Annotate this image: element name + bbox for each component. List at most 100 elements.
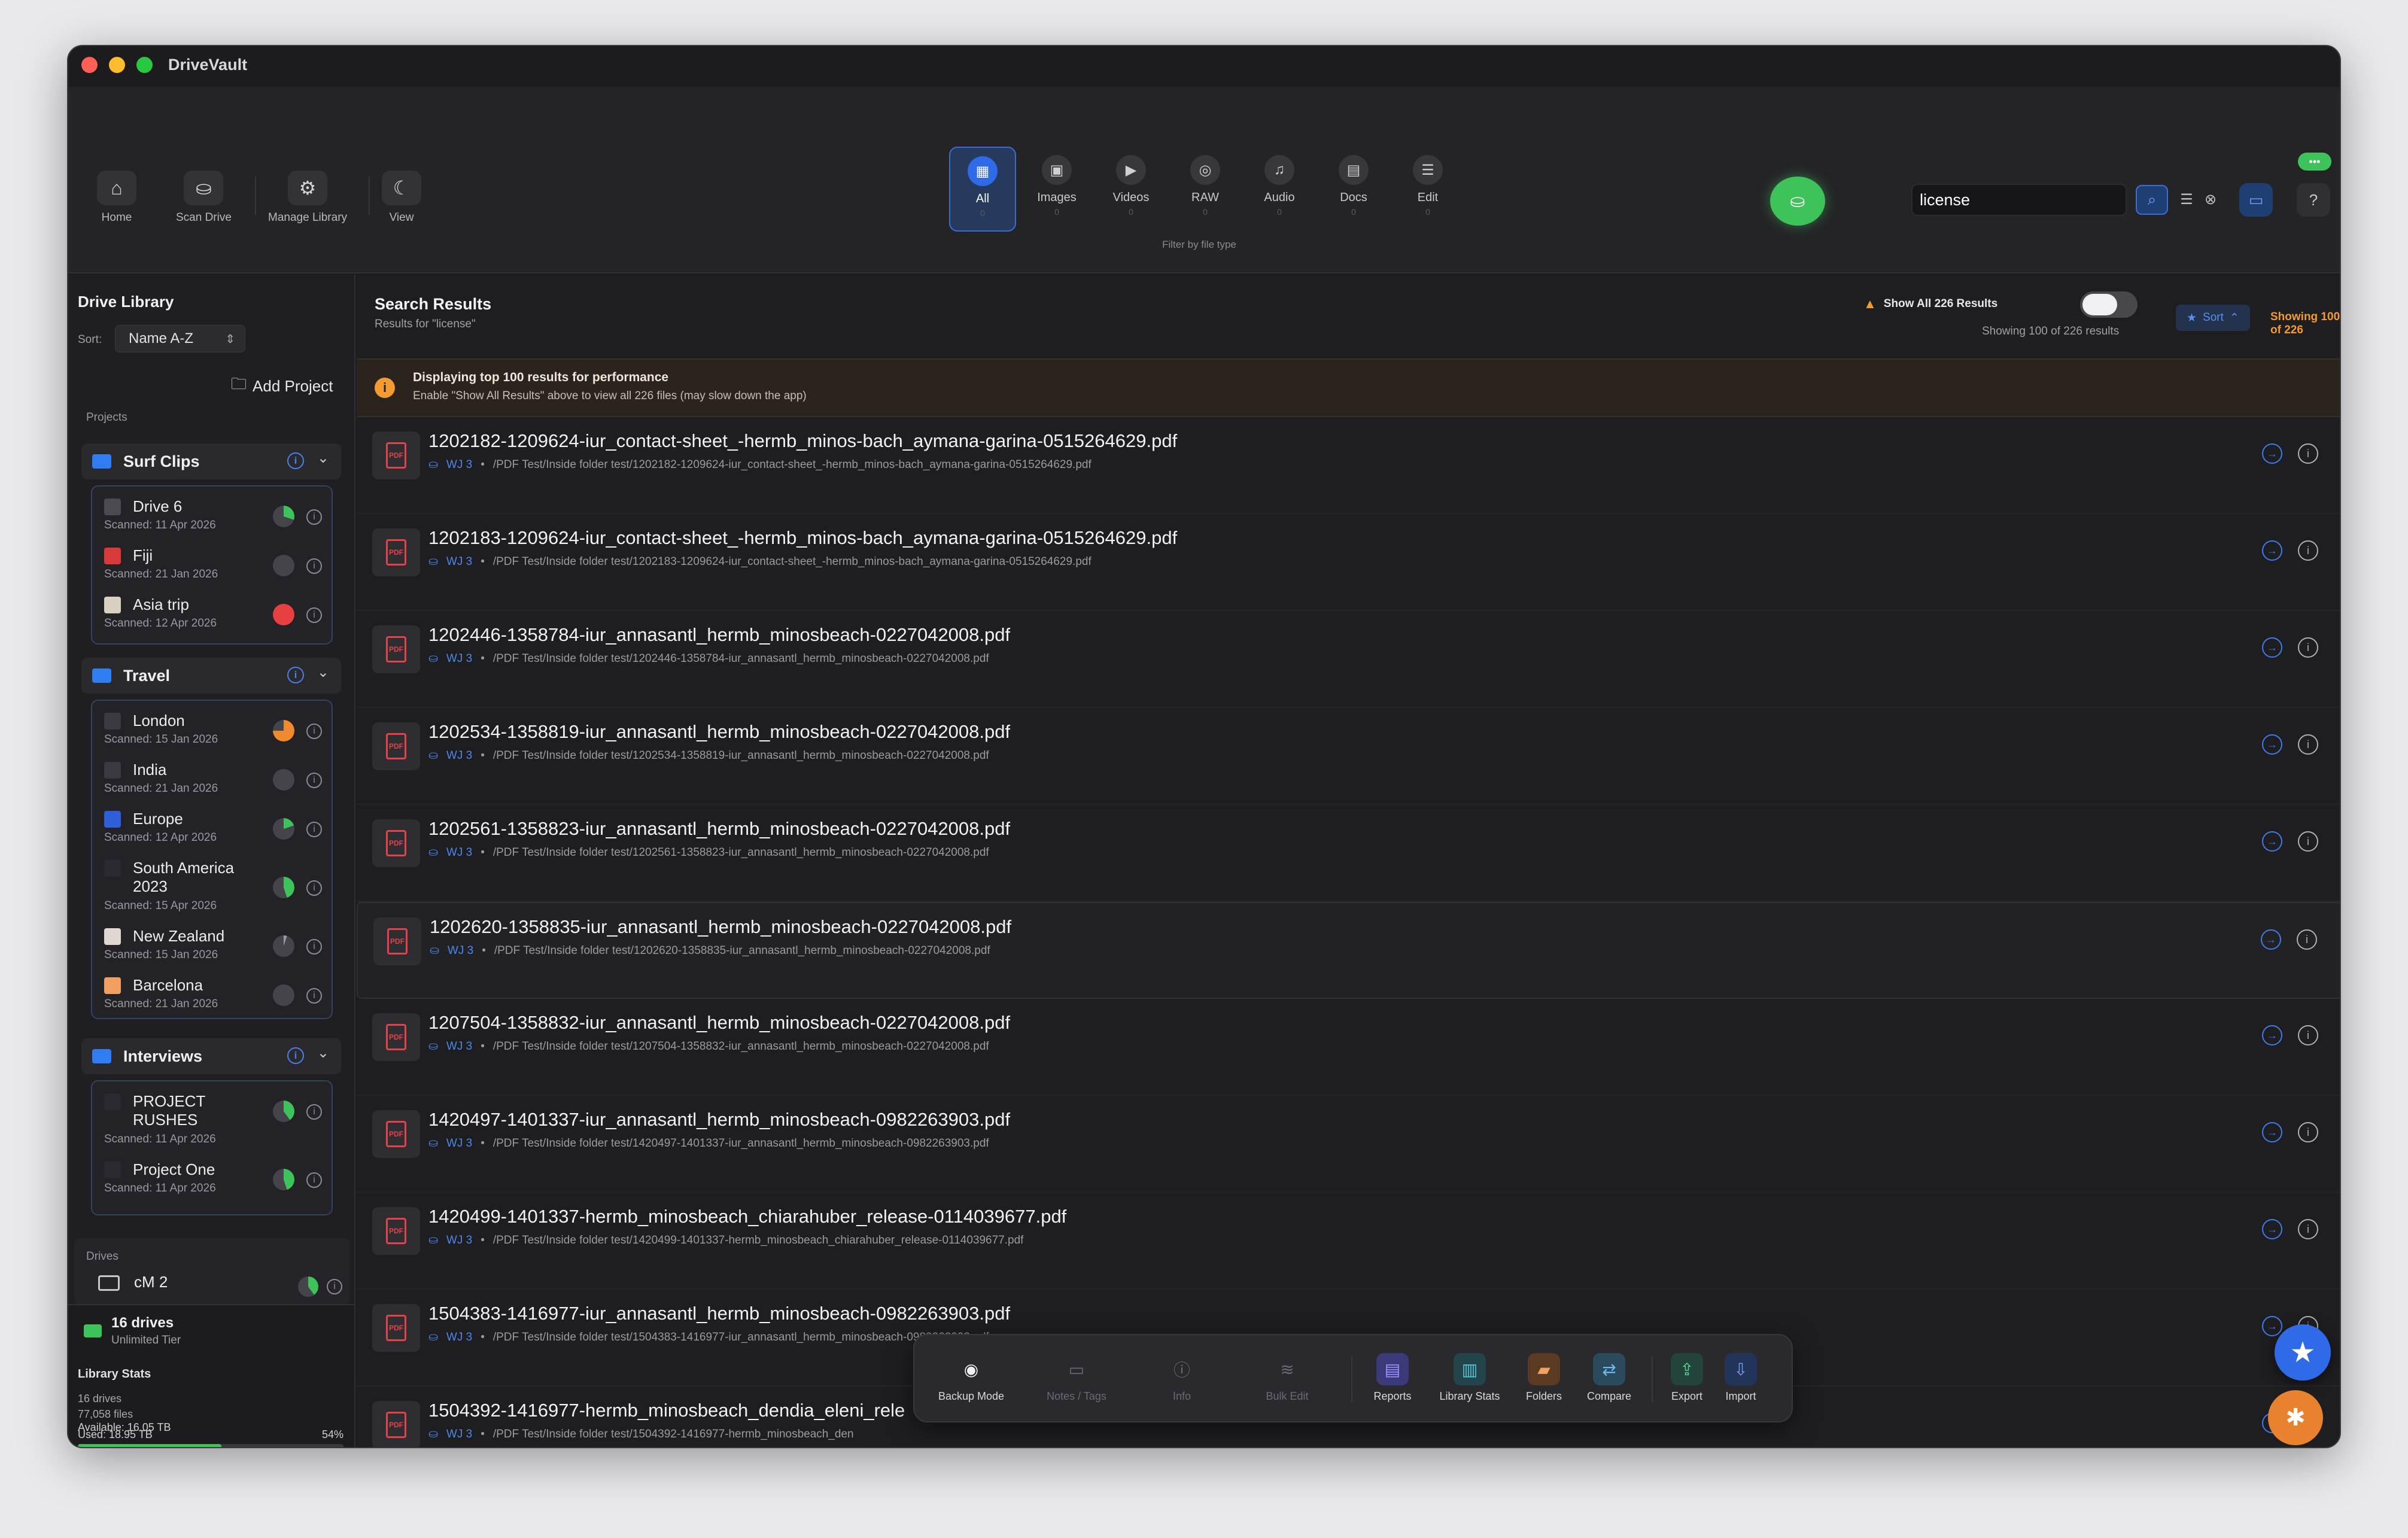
reveal-arrow-icon[interactable]: → — [2262, 540, 2282, 561]
reveal-arrow-icon[interactable]: → — [2262, 1025, 2282, 1045]
info-icon[interactable]: i — [2298, 1025, 2318, 1045]
chevron-down-icon[interactable]: ⌄ — [317, 449, 329, 467]
reveal-arrow-icon[interactable]: → — [2262, 1122, 2282, 1142]
filter-videos[interactable]: ▶ Videos 0 — [1097, 147, 1165, 232]
search-button[interactable]: ⌕ — [2136, 185, 2168, 215]
sort-select[interactable]: Name A-Z ⇕ — [115, 325, 245, 352]
info-icon[interactable]: i — [306, 939, 322, 955]
chevron-down-icon[interactable]: ⌄ — [317, 664, 329, 681]
bulk-edit-button[interactable]: ≋ Bulk Edit — [1242, 1353, 1332, 1403]
result-row[interactable]: PDF 1202620-1358835-iur_annasantl_hermb_m… — [357, 902, 2340, 999]
drive-item-fiji[interactable]: Fiji Scanned: 21 Jan 2026 i — [104, 546, 326, 595]
chevron-down-icon[interactable]: ⌄ — [317, 1044, 329, 1062]
info-icon[interactable]: i — [306, 822, 322, 837]
drive-status-button[interactable]: ⛀ — [1770, 177, 1825, 226]
filter-raw[interactable]: ◎ RAW 0 — [1172, 147, 1239, 232]
bug-report-button[interactable]: ✱ — [2268, 1390, 2323, 1445]
result-row[interactable]: PDF 1202183-1209624-iur_contact-sheet_-he… — [357, 514, 2340, 611]
minimize-window-button[interactable] — [109, 57, 125, 73]
backup-mode-button[interactable]: ◉ Backup Mode — [926, 1353, 1016, 1403]
close-window-button[interactable] — [81, 57, 98, 73]
folders-button[interactable]: ▰ Folders — [1513, 1353, 1575, 1403]
info-icon[interactable]: i — [306, 1104, 322, 1120]
result-row[interactable]: PDF 1202534-1358819-iur_annasantl_hermb_m… — [357, 708, 2340, 805]
drive-item-drive-6[interactable]: Drive 6 Scanned: 11 Apr 2026 i — [104, 497, 326, 546]
import-button[interactable]: ⇩ Import — [1708, 1353, 1774, 1403]
help-button[interactable]: ? — [2297, 183, 2330, 217]
info-icon[interactable]: i — [2298, 637, 2318, 658]
info-icon[interactable]: i — [287, 667, 304, 683]
manage-library-button[interactable]: ⚙ Manage Library — [268, 171, 347, 224]
favorites-button[interactable]: ★ — [2275, 1324, 2331, 1381]
filter-docs[interactable]: ▤ Docs 0 — [1320, 147, 1387, 232]
project-header-interviews[interactable]: Interviews i ⌄ — [81, 1038, 341, 1074]
info-icon[interactable]: i — [327, 1279, 342, 1294]
result-row[interactable]: PDF 1202446-1358784-iur_annasantl_hermb_m… — [357, 611, 2340, 708]
info-button[interactable]: ⓘ Info — [1137, 1353, 1227, 1403]
drive-item-india[interactable]: India Scanned: 21 Jan 2026 i — [104, 761, 326, 810]
filter-edit[interactable]: ☰ Edit 0 — [1394, 147, 1461, 232]
view-button[interactable]: ☾ View — [382, 171, 421, 224]
reveal-arrow-icon[interactable]: → — [2262, 443, 2282, 464]
library-stats-button[interactable]: ▥ Library Stats — [1428, 1353, 1512, 1403]
info-icon[interactable]: i — [2298, 831, 2318, 852]
status-pill[interactable]: ••• — [2298, 153, 2331, 171]
project-header-travel[interactable]: Travel i ⌄ — [81, 658, 341, 694]
home-button[interactable]: ⌂ Home — [97, 171, 136, 224]
info-icon[interactable]: i — [306, 880, 322, 896]
sidebar-toggle-button[interactable]: ▭ — [2239, 183, 2273, 217]
filter-options-icon[interactable]: ☰ — [2176, 189, 2197, 210]
reveal-arrow-icon[interactable]: → — [2262, 734, 2282, 755]
filter-images[interactable]: ▣ Images 0 — [1023, 147, 1090, 232]
info-icon[interactable]: i — [2298, 443, 2318, 464]
drive-item-project-rushes[interactable]: PROJECT RUSHES Scanned: 11 Apr 2026 i — [104, 1092, 326, 1154]
drive-item-asia-trip[interactable]: Asia trip Scanned: 12 Apr 2026 i — [104, 595, 326, 645]
drive-item-london[interactable]: London Scanned: 15 Jan 2026 i — [104, 712, 326, 761]
result-row[interactable]: PDF 1420497-1401337-iur_annasantl_hermb_m… — [357, 1096, 2340, 1193]
drive-item-barcelona[interactable]: Barcelona Scanned: 21 Jan 2026 i — [104, 976, 326, 1025]
info-icon[interactable]: i — [2298, 1122, 2318, 1142]
drive-name[interactable]: cM 2 — [134, 1273, 168, 1291]
info-icon[interactable]: i — [306, 558, 322, 574]
info-icon[interactable]: i — [287, 452, 304, 469]
reveal-arrow-icon[interactable]: → — [2262, 637, 2282, 658]
info-icon[interactable]: i — [306, 724, 322, 739]
compare-button[interactable]: ⇄ Compare — [1576, 1353, 1642, 1403]
add-project-button[interactable]: 🗀 Add Project — [231, 373, 333, 399]
result-row[interactable]: PDF 1207504-1358832-iur_annasantl_hermb_m… — [357, 999, 2340, 1096]
sort-button[interactable]: ★ Sort ⌃ — [2176, 305, 2250, 331]
project-header-surf-clips[interactable]: Surf Clips i ⌄ — [81, 443, 341, 479]
result-row[interactable]: PDF 1202182-1209624-iur_contact-sheet_-he… — [357, 417, 2340, 514]
clear-search-icon[interactable]: ⊗ — [2201, 190, 2220, 209]
volume-name: WJ 3 — [446, 1427, 473, 1440]
drive-item-new-zealand[interactable]: New Zealand Scanned: 15 Jan 2026 i — [104, 927, 326, 976]
reports-button[interactable]: ▤ Reports — [1360, 1353, 1425, 1403]
drive-item-south-america-2023[interactable]: South America 2023 Scanned: 15 Apr 2026 … — [104, 859, 326, 921]
info-icon[interactable]: i — [287, 1047, 304, 1064]
show-all-toggle[interactable] — [2080, 291, 2138, 318]
scan-drive-button[interactable]: ⛀ Scan Drive — [176, 171, 232, 224]
result-row[interactable]: PDF 1420499-1401337-hermb_minosbeach_chia… — [357, 1193, 2340, 1290]
info-icon[interactable]: i — [2297, 929, 2317, 950]
reveal-arrow-icon[interactable]: → — [2262, 831, 2282, 852]
info-icon[interactable]: i — [306, 1172, 322, 1188]
drive-item-europe[interactable]: Europe Scanned: 12 Apr 2026 i — [104, 810, 326, 859]
info-icon[interactable]: i — [2298, 1219, 2318, 1239]
info-icon[interactable]: i — [306, 773, 322, 788]
filter-all[interactable]: ▦ All 0 — [949, 147, 1016, 232]
info-icon[interactable]: i — [306, 988, 322, 1004]
result-row[interactable]: PDF 1202561-1358823-iur_annasantl_hermb_m… — [357, 805, 2340, 902]
drive-item-project-one[interactable]: Project One Scanned: 11 Apr 2026 i — [104, 1160, 326, 1209]
search-input[interactable]: license — [1911, 184, 2127, 216]
filter-audio[interactable]: ♫ Audio 0 — [1246, 147, 1313, 232]
reveal-arrow-icon[interactable]: → — [2262, 1316, 2282, 1336]
info-icon[interactable]: i — [306, 607, 322, 623]
reveal-arrow-icon[interactable]: → — [2262, 1219, 2282, 1239]
info-icon[interactable]: i — [2298, 734, 2318, 755]
zoom-window-button[interactable] — [136, 57, 153, 73]
info-icon[interactable]: i — [306, 509, 322, 525]
notes-tags-button[interactable]: ▭ Notes / Tags — [1032, 1353, 1121, 1403]
info-icon[interactable]: i — [2298, 540, 2318, 561]
reveal-arrow-icon[interactable]: → — [2261, 929, 2281, 950]
drive-thumbnail — [104, 977, 121, 994]
